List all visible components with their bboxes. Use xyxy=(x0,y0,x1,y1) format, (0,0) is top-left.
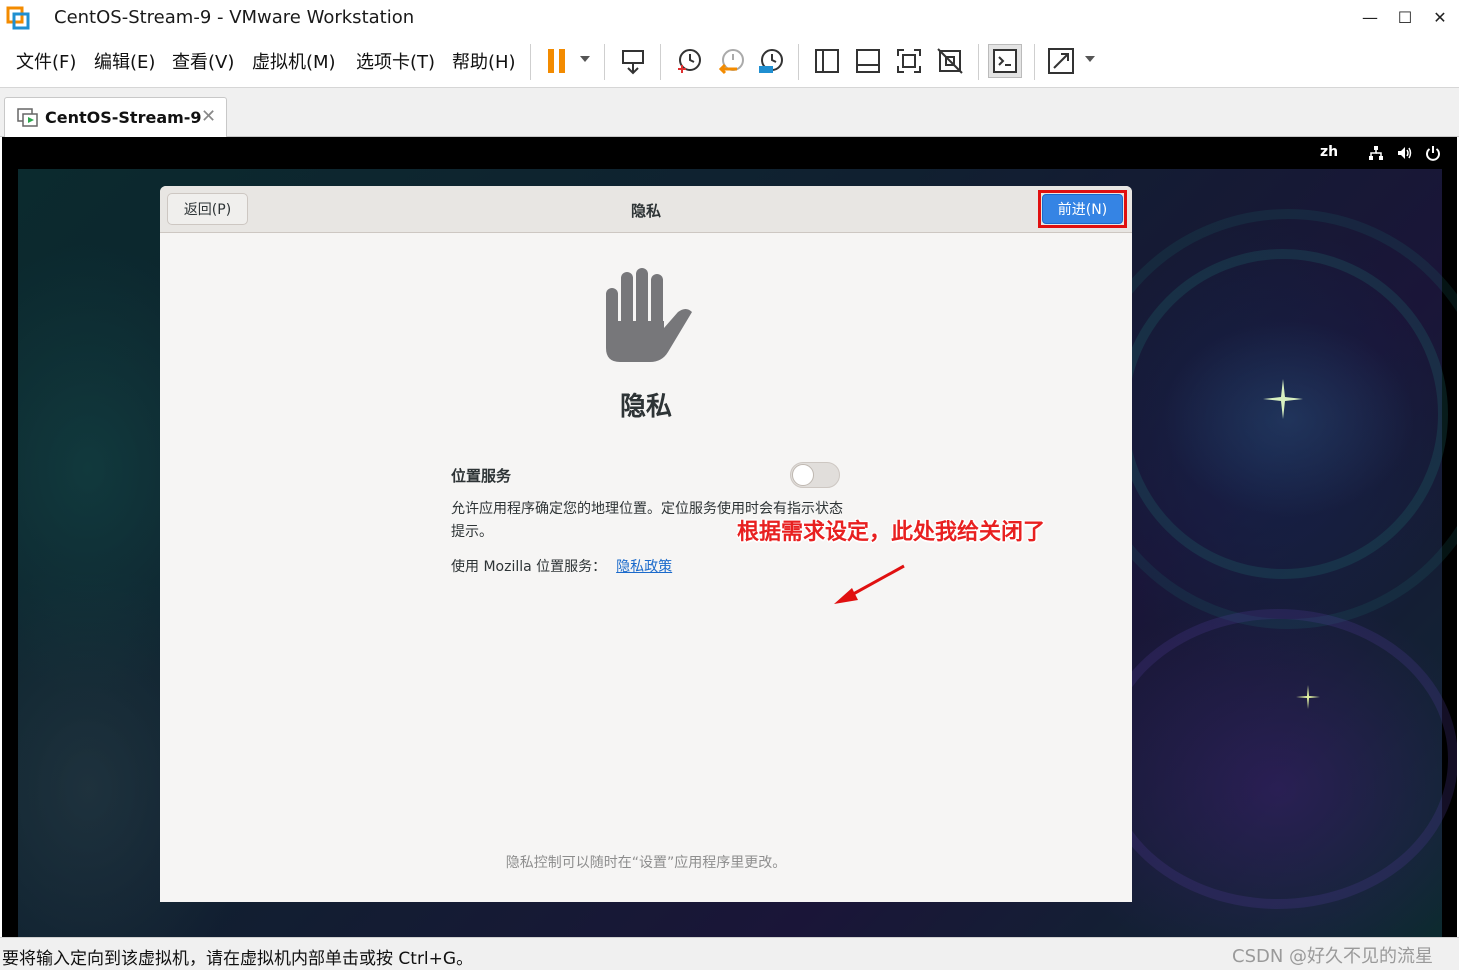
next-button[interactable]: 前进(N) xyxy=(1042,194,1123,224)
privacy-policy-link[interactable]: 隐私政策 xyxy=(616,559,672,575)
hand-icon xyxy=(606,268,692,362)
page-heading: 隐私 xyxy=(619,392,672,422)
input-language-indicator[interactable]: zh xyxy=(1320,144,1338,160)
maximize-button[interactable]: ☐ xyxy=(1390,4,1420,30)
annotation-arrow-icon xyxy=(834,564,905,604)
toolbar-separator xyxy=(1034,44,1035,80)
unity-icon[interactable] xyxy=(933,44,967,78)
sidebar-icon[interactable] xyxy=(810,44,844,78)
tab-close-button[interactable]: ✕ xyxy=(201,106,216,127)
snapshot-icon[interactable] xyxy=(672,44,706,78)
star-icon xyxy=(1263,379,1303,419)
fullscreen-icon[interactable] xyxy=(892,44,926,78)
close-button[interactable]: ✕ xyxy=(1425,4,1455,30)
dialog-title: 隐私 xyxy=(630,202,661,220)
status-bar: 要将输入定向到该虚拟机，请在虚拟机内部单击或按 Ctrl+G。 CSDN @好久… xyxy=(0,937,1459,970)
dialog-header: 返回(P) 隐私 前进(N) xyxy=(160,186,1132,233)
menu-edit[interactable]: 编辑(E) xyxy=(94,48,155,74)
wallpaper-swirl xyxy=(1098,609,1457,909)
menu-vm[interactable]: 虚拟机(M) xyxy=(252,48,336,74)
tab-label: CentOS-Stream-9 xyxy=(45,108,202,127)
snapshot-manager-icon[interactable] xyxy=(754,44,788,78)
watermark: CSDN @好久不见的流星 xyxy=(1232,946,1434,967)
volume-icon[interactable] xyxy=(1397,145,1413,161)
toolbar-separator xyxy=(530,44,531,80)
wallpaper-swirl xyxy=(1078,209,1457,629)
toolbar-separator xyxy=(604,44,605,80)
vm-screen[interactable]: zh 返回(P) 隐私 前进(N) 隐私 位置服务 允许应用程序确定您的地理位置… xyxy=(2,137,1457,937)
vm-icon xyxy=(17,108,38,127)
toolbar-separator xyxy=(660,44,661,80)
tab-centos[interactable]: CentOS-Stream-9 ✕ xyxy=(4,97,227,137)
toolbar-separator xyxy=(978,44,979,80)
mozilla-text: 使用 Mozilla 位置服务： xyxy=(451,559,607,575)
gnome-top-bar: zh xyxy=(2,137,1457,169)
revert-snapshot-icon[interactable] xyxy=(714,44,748,78)
location-services-label: 位置服务 xyxy=(451,467,512,485)
toolbar-separator xyxy=(798,44,799,80)
status-text: 要将输入定向到该虚拟机，请在虚拟机内部单击或按 Ctrl+G。 xyxy=(2,949,474,969)
power-icon[interactable] xyxy=(1425,145,1441,161)
network-icon[interactable] xyxy=(1368,145,1384,161)
menu-toolbar: 文件(F) 编辑(E) 查看(V) 虚拟机(M) 选项卡(T) 帮助(H) xyxy=(0,36,1459,88)
minimize-button[interactable]: — xyxy=(1355,4,1385,30)
menu-tabs[interactable]: 选项卡(T) xyxy=(356,48,435,74)
title-bar: CentOS-Stream-9 - VMware Workstation — ☐… xyxy=(0,0,1459,36)
vmware-logo-icon xyxy=(6,6,30,30)
location-services-toggle[interactable] xyxy=(790,462,840,488)
pause-icon[interactable] xyxy=(540,44,574,78)
privacy-footnote: 隐私控制可以随时在“设置”应用程序里更改。 xyxy=(505,855,787,871)
stretch-icon[interactable] xyxy=(1044,44,1078,78)
toggle-knob xyxy=(792,464,814,486)
thumbnail-bar-icon[interactable] xyxy=(851,44,885,78)
stretch-dropdown-icon[interactable] xyxy=(1085,56,1095,62)
mozilla-location-line: 使用 Mozilla 位置服务： 隐私政策 xyxy=(451,556,672,576)
window-title: CentOS-Stream-9 - VMware Workstation xyxy=(54,7,415,28)
menu-help[interactable]: 帮助(H) xyxy=(452,48,516,74)
star-icon xyxy=(1296,685,1320,709)
menu-file[interactable]: 文件(F) xyxy=(16,48,76,74)
tab-strip: CentOS-Stream-9 ✕ xyxy=(0,88,1459,137)
menu-view[interactable]: 查看(V) xyxy=(172,48,234,74)
annotation-text: 根据需求设定，此处我给关闭了 xyxy=(737,519,1046,545)
send-ctrl-alt-del-icon[interactable] xyxy=(616,44,650,78)
console-icon[interactable] xyxy=(988,44,1022,78)
pause-dropdown-icon[interactable] xyxy=(580,56,590,62)
